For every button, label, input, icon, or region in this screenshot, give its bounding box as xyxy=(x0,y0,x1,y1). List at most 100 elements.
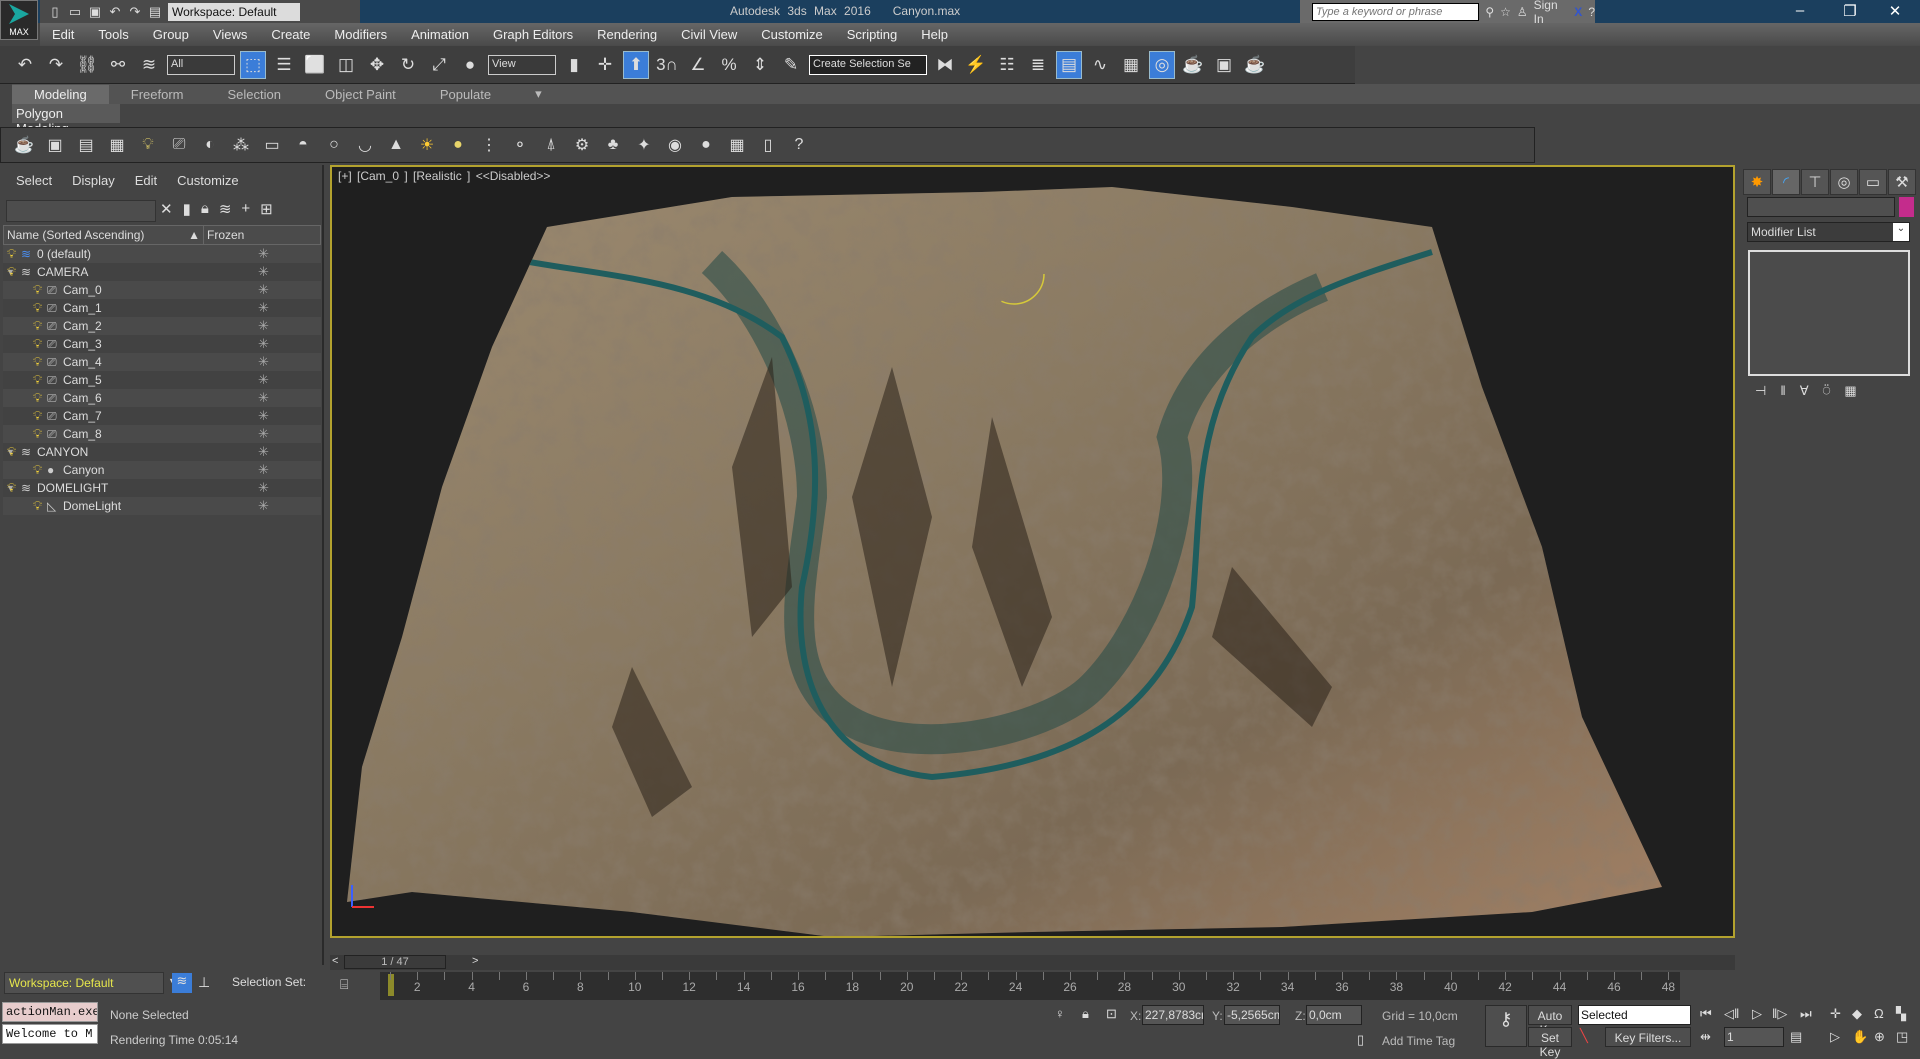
sun-icon[interactable]: ☀ xyxy=(416,134,438,156)
visibility-bulb-icon[interactable]: 💡︎ xyxy=(33,498,47,514)
frozen-toggle-icon[interactable]: ✳ xyxy=(258,426,269,442)
explorer-menu-select[interactable]: Select xyxy=(16,173,52,188)
modifier-stack[interactable] xyxy=(1748,250,1910,376)
link-icon[interactable]: ⛓ xyxy=(74,51,100,79)
menu-animation[interactable]: Animation xyxy=(399,27,481,42)
explorer-menu-display[interactable]: Display xyxy=(72,173,115,188)
rotate-icon[interactable]: ↻ xyxy=(395,51,421,79)
scene-explorer-search[interactable] xyxy=(6,200,156,222)
unlink-icon[interactable]: ⚯ xyxy=(105,51,131,79)
window-crossing-icon[interactable]: ◫ xyxy=(333,51,359,79)
z-coordinate-field[interactable]: 0,0cm xyxy=(1306,1005,1362,1025)
absolute-mode-icon[interactable]: ⊡ xyxy=(1106,1006,1117,1022)
frozen-toggle-icon[interactable]: ✳ xyxy=(258,444,269,460)
menu-create[interactable]: Create xyxy=(259,27,322,42)
mini-curve-editor-icon[interactable]: ⌸ xyxy=(340,976,348,993)
rendered-frame-icon[interactable]: ▣ xyxy=(1211,51,1237,79)
visibility-bulb-icon[interactable]: 💡︎ xyxy=(7,480,21,496)
menu-modifiers[interactable]: Modifiers xyxy=(322,27,399,42)
motion-tab-icon[interactable]: ◎ xyxy=(1830,169,1858,195)
frozen-toggle-icon[interactable]: ✳ xyxy=(258,462,269,478)
gear-icon[interactable]: ⚙ xyxy=(571,134,593,156)
frozen-toggle-icon[interactable]: ✳ xyxy=(258,480,269,496)
menu-rendering[interactable]: Rendering xyxy=(585,27,669,42)
next-frame-icon[interactable]: ‖▷ xyxy=(1772,1006,1787,1022)
particle-icon[interactable]: ⁂ xyxy=(230,134,252,156)
spinner-snap-icon[interactable]: ⇕ xyxy=(747,51,773,79)
tripod-icon[interactable]: ⍋ xyxy=(540,134,562,156)
snap-toggle-icon[interactable]: 3 ∩ xyxy=(654,51,680,79)
minimize-button[interactable]: – xyxy=(1780,2,1820,19)
scene-row[interactable]: 💡︎ ⎚ Cam_7 ✳ xyxy=(3,407,321,425)
pivot-center-icon[interactable]: ▮ xyxy=(561,51,587,79)
x-coordinate-field[interactable]: 227,8783cm xyxy=(1142,1005,1204,1025)
hierarchy-icon[interactable]: ⊞ xyxy=(260,200,273,218)
panel-icon[interactable]: ▯ xyxy=(757,134,779,156)
frozen-column-header[interactable]: Frozen xyxy=(204,226,247,244)
hemisphere-icon[interactable]: ◓ xyxy=(292,134,314,156)
visibility-bulb-icon[interactable]: 💡︎ xyxy=(33,462,47,478)
maxscript-listener[interactable]: actionMan.exe xyxy=(2,1002,98,1022)
undo-icon[interactable]: ↶ xyxy=(12,51,38,79)
hf-icon[interactable]: ✦ xyxy=(633,134,655,156)
help-icon[interactable]: ? xyxy=(1588,5,1595,19)
ribbon-tab-freeform[interactable]: Freeform xyxy=(109,85,206,104)
time-configuration-icon[interactable]: ▤ xyxy=(1790,1029,1802,1045)
maximize-toggle-icon[interactable]: ◳ xyxy=(1896,1029,1908,1045)
menu-customize[interactable]: Customize xyxy=(749,27,834,42)
utilities-tab-icon[interactable]: ⚒ xyxy=(1888,169,1916,195)
create-tab-icon[interactable]: ✸ xyxy=(1743,169,1771,195)
camera-icon[interactable]: ⎚ xyxy=(168,134,190,156)
hierarchy-tab-icon[interactable]: ⊤ xyxy=(1801,169,1829,195)
explorer-menu-customize[interactable]: Customize xyxy=(177,173,238,188)
play-icon[interactable]: ▷ xyxy=(1752,1006,1762,1022)
menu-edit[interactable]: Edit xyxy=(40,27,86,42)
key-mode-toggle-icon[interactable]: ⇹ xyxy=(1700,1029,1711,1045)
reference-coordinate-dropdown[interactable]: View xyxy=(488,54,556,75)
visibility-bulb-icon[interactable]: 💡︎ xyxy=(33,282,47,298)
remove-modifier-icon[interactable]: ⍥ xyxy=(1823,383,1831,399)
visibility-bulb-icon[interactable]: 💡︎ xyxy=(33,390,47,406)
scene-row[interactable]: ▼ 💡︎ ≋ CAMERA ✳ xyxy=(3,263,321,281)
ribbon-tab-modeling[interactable]: Modeling xyxy=(12,84,109,104)
frozen-toggle-icon[interactable]: ✳ xyxy=(258,300,269,316)
current-frame-field[interactable]: 1 xyxy=(1724,1027,1784,1047)
configure-modifier-sets-icon[interactable]: ▦ xyxy=(1844,383,1856,399)
search-input[interactable] xyxy=(1312,2,1480,21)
keyboard-shortcut-override-icon[interactable]: ⬆ xyxy=(623,50,649,79)
new-file-icon[interactable]: ▯ xyxy=(48,4,62,19)
go-to-end-icon[interactable]: ⏭ xyxy=(1800,1006,1812,1022)
hierarchy-icon[interactable]: ⊥ xyxy=(198,974,210,991)
current-frame-marker[interactable] xyxy=(388,974,394,996)
previous-frame-icon[interactable]: ◁‖ xyxy=(1724,1006,1739,1022)
add-time-tag[interactable]: Add Time Tag xyxy=(1382,1034,1455,1048)
star-icon[interactable]: ☆ xyxy=(1500,5,1511,19)
orbit-subobject-icon[interactable]: ⊕ xyxy=(1874,1029,1885,1045)
make-unique-icon[interactable]: ∀ xyxy=(1800,383,1809,399)
scene-row[interactable]: 💡︎ ⎚ Cam_3 ✳ xyxy=(3,335,321,353)
frozen-toggle-icon[interactable]: ✳ xyxy=(258,282,269,298)
frozen-toggle-icon[interactable]: ✳ xyxy=(258,408,269,424)
scale-icon[interactable]: ⤢ xyxy=(426,51,452,79)
scene-row[interactable]: 💡︎ ⎚ Cam_1 ✳ xyxy=(3,299,321,317)
manipulate-icon[interactable]: ✛ xyxy=(592,51,618,79)
frozen-toggle-icon[interactable]: ✳ xyxy=(258,318,269,334)
clear-search-icon[interactable]: ✕ xyxy=(160,200,173,218)
material-sphere-icon[interactable]: ● xyxy=(695,134,717,156)
select-by-name-icon[interactable]: ☰ xyxy=(271,51,297,79)
pan-icon[interactable]: ✋ xyxy=(1852,1029,1868,1045)
material-editor-icon[interactable]: ◎ xyxy=(1149,50,1175,79)
visibility-bulb-icon[interactable]: 💡︎ xyxy=(33,336,47,352)
maximize-viewport-icon[interactable]: ▚ xyxy=(1896,1006,1906,1022)
lock-icon[interactable]: 🔒︎ xyxy=(201,200,209,218)
undo-icon[interactable]: ↶ xyxy=(108,4,122,19)
render-icon[interactable]: ▣ xyxy=(44,134,66,156)
menu-tools[interactable]: Tools xyxy=(86,27,140,42)
move-icon[interactable]: ✥ xyxy=(364,51,390,79)
menu-graph-editors[interactable]: Graph Editors xyxy=(481,27,585,42)
y-coordinate-field[interactable]: -5,2565cm xyxy=(1224,1005,1280,1025)
help-icon[interactable]: ? xyxy=(788,134,810,156)
modifier-list-dropdown[interactable]: Modifier List ⌄ xyxy=(1747,222,1910,242)
layer-icon[interactable]: ▤ xyxy=(75,134,97,156)
show-end-result-icon[interactable]: ‖ xyxy=(1780,383,1785,399)
